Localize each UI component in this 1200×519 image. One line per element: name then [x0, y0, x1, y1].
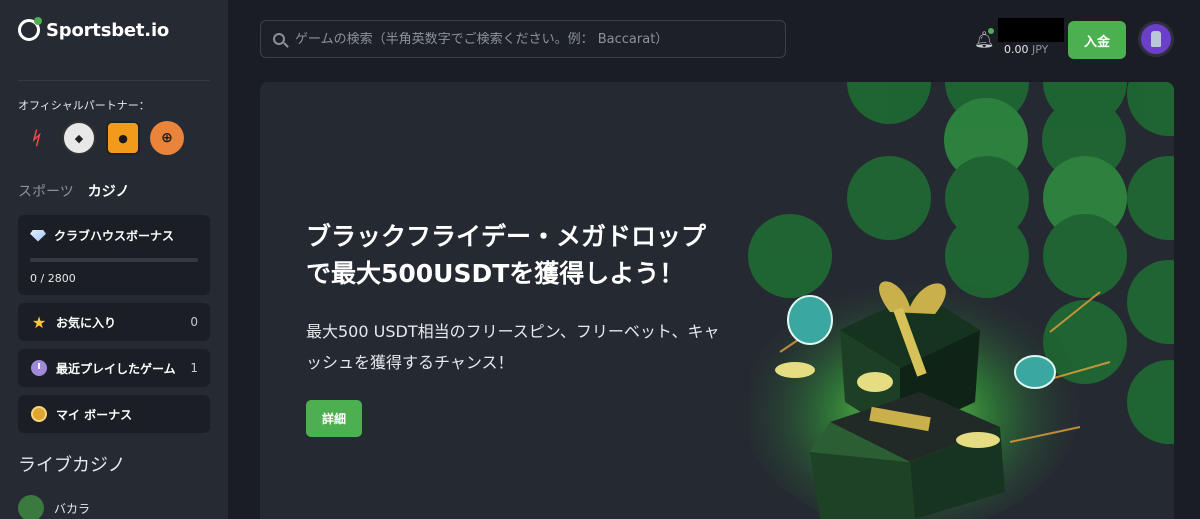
balance-amount: 0.00: [1004, 43, 1029, 56]
balance-display[interactable]: 0.00 JPY: [1004, 43, 1048, 56]
banner-title: ブラックフライデー・メガドロップで最大500USDTを獲得しよう！: [306, 222, 707, 288]
sidebar-item-recent[interactable]: 最近プレイしたゲーム 1: [18, 349, 210, 387]
balance-currency: JPY: [1032, 43, 1049, 56]
clubhouse-bonus-title: クラブハウスボーナス: [54, 229, 175, 243]
sidebar-item-favorites[interactable]: ★ お気に入り 0: [18, 303, 210, 341]
search-input[interactable]: [295, 31, 785, 47]
sidebar: Sportsbet.io オフィシャルパートナー： ᛋ ◆ ● ⊕ スポーツ カ…: [0, 0, 228, 519]
sidebar-item-label: お気に入り: [56, 315, 117, 330]
sidebar-item-count: 1: [190, 361, 198, 375]
tab-sports[interactable]: スポーツ: [18, 181, 74, 201]
sidebar-item-label: バカラ: [54, 501, 91, 516]
clubhouse-progress-text: 0 / 2800: [30, 272, 76, 285]
hull-city-logo-icon[interactable]: ●: [106, 121, 140, 155]
notification-dot: [988, 28, 994, 34]
avatar[interactable]: [1138, 21, 1174, 57]
laliga-logo-icon[interactable]: ᛋ: [18, 121, 52, 155]
partners-list: ᛋ ◆ ● ⊕: [18, 121, 210, 155]
search-bar[interactable]: [260, 20, 786, 58]
clubhouse-bonus-card[interactable]: クラブハウスボーナス 0 / 2800: [18, 215, 210, 295]
sidebar-item-baccarat[interactable]: バカラ: [18, 495, 210, 519]
live-casino-title: ライブカジノ: [18, 455, 126, 476]
newcastle-logo-icon[interactable]: ◆: [62, 121, 96, 155]
basketball-logo-icon[interactable]: ⊕: [150, 121, 184, 155]
search-icon: [273, 33, 285, 45]
medal-icon: [31, 406, 47, 422]
diamond-icon: [30, 229, 46, 242]
partners-title: オフィシャルパートナー：: [18, 99, 150, 112]
brand-logo[interactable]: Sportsbet.io: [18, 0, 210, 60]
brand-name: Sportsbet.io: [46, 19, 170, 41]
sidebar-item-count: 0: [190, 315, 198, 329]
app-root: Sportsbet.io オフィシャルパートナー： ᛋ ◆ ● ⊕ スポーツ カ…: [0, 0, 1200, 519]
star-icon: ★: [31, 312, 47, 332]
deposit-button[interactable]: 入金: [1068, 21, 1126, 59]
promo-banner[interactable]: ブラックフライデー・メガドロップで最大500USDTを獲得しよう！ 最大500 …: [260, 82, 1174, 519]
sidebar-item-my-bonus[interactable]: マイ ボーナス: [18, 395, 210, 433]
banner-subtitle: 最大500 USDT相当のフリースピン、フリーベット、キャッシュを獲得するチャン…: [306, 322, 720, 372]
tab-casino[interactable]: カジノ: [88, 181, 130, 201]
sidebar-divider: [18, 80, 210, 81]
balance-redacted[interactable]: [998, 18, 1064, 42]
gift-box-illustration: [750, 272, 1111, 519]
leaf-icon: [18, 495, 44, 519]
top-header: 🔔︎ 0.00 JPY 入金: [228, 0, 1200, 78]
logo-mark-icon: [18, 17, 42, 41]
clock-icon: [31, 360, 47, 376]
sidebar-item-label: マイ ボーナス: [56, 407, 133, 422]
avatar-figure-icon: [1151, 31, 1161, 47]
clubhouse-progress-bar: [30, 258, 198, 262]
sidebar-tabs: スポーツ カジノ: [18, 181, 210, 201]
sidebar-item-label: 最近プレイしたゲーム: [56, 361, 176, 376]
details-button[interactable]: 詳細: [306, 400, 362, 437]
